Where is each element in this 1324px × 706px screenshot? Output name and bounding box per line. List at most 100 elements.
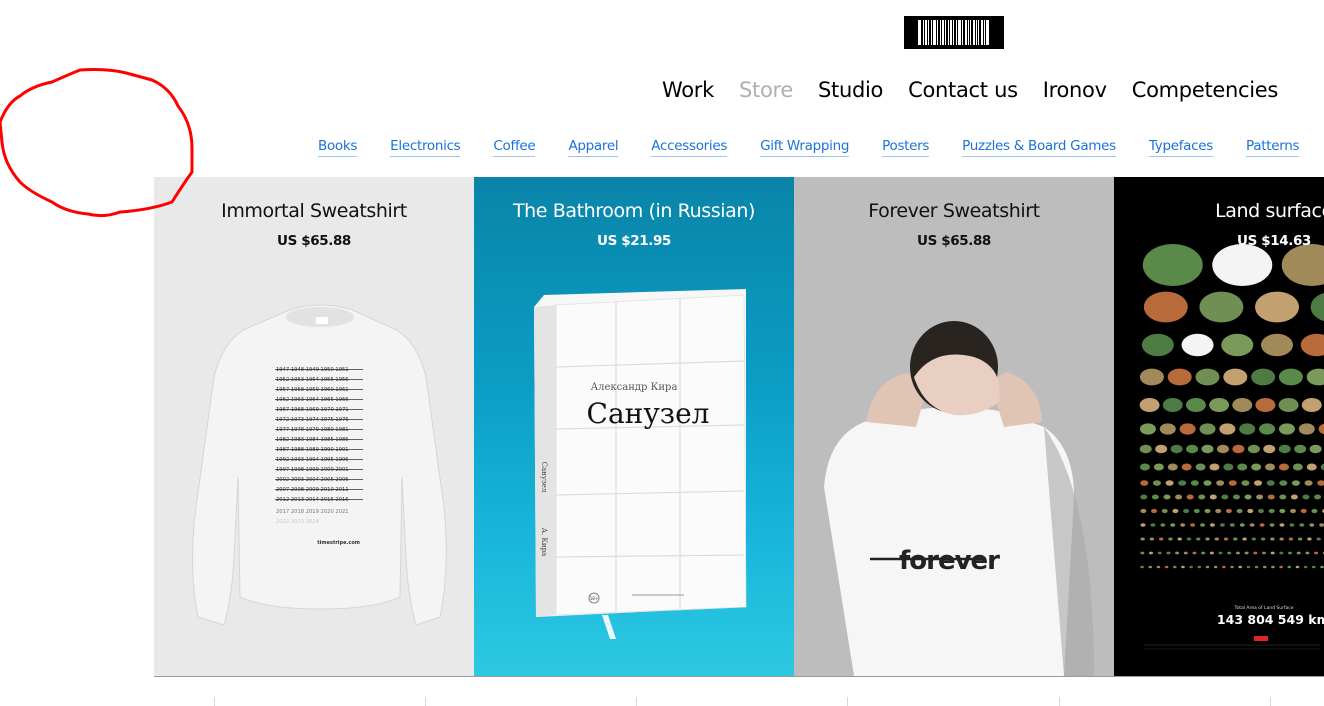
land-shape — [1254, 565, 1259, 569]
land-shape — [1279, 508, 1286, 514]
category-puzzles-board-games[interactable]: Puzzles & Board Games — [962, 136, 1116, 157]
land-shape — [1232, 398, 1253, 412]
barcode-bar — [944, 20, 946, 45]
land-shape — [1177, 537, 1182, 541]
nav-competencies[interactable]: Competencies — [1132, 76, 1279, 104]
barcode-bar — [939, 20, 941, 45]
land-shape — [1247, 444, 1260, 454]
barcode-bar — [980, 20, 983, 45]
land-shape — [1257, 508, 1264, 514]
land-shape — [1306, 368, 1324, 386]
svg-text:timestripe.com: timestripe.com — [317, 540, 360, 546]
land-surface-poster-image: Total Area of Land Surface 143 804 549 k… — [1139, 244, 1324, 650]
land-shape — [1158, 537, 1164, 541]
category-books[interactable]: Books — [318, 136, 357, 157]
product-title[interactable]: Land surface — [1114, 199, 1324, 223]
land-shape — [1223, 537, 1229, 541]
land-shape — [1232, 444, 1245, 454]
land-shape — [1263, 444, 1276, 454]
category-patterns[interactable]: Patterns — [1246, 136, 1300, 157]
land-shape — [1255, 291, 1299, 323]
land-shape — [1157, 551, 1162, 555]
land-shape — [1256, 494, 1264, 500]
land-shape — [1270, 551, 1275, 555]
land-shape — [1278, 423, 1295, 435]
barcode-bar — [941, 20, 944, 45]
land-shape — [1175, 551, 1180, 555]
category-accessories[interactable]: Accessories — [651, 136, 727, 157]
land-shape — [1221, 333, 1254, 357]
land-shape — [1156, 565, 1161, 569]
barcode-bar — [967, 20, 969, 45]
nav-studio[interactable]: Studio — [818, 76, 883, 104]
land-shape — [1249, 523, 1255, 527]
nav-work[interactable]: Work — [662, 76, 714, 104]
barcode-bar — [952, 20, 954, 45]
product-card-the-bathroom[interactable]: Александр Кира Санузел Санузел А. Кира 1… — [474, 177, 794, 676]
land-shape — [1242, 537, 1247, 541]
land-shape — [1199, 423, 1216, 435]
barcode-bar — [932, 20, 936, 45]
barcode-bar — [977, 20, 979, 45]
land-shape — [1290, 494, 1298, 500]
land-shape — [1278, 368, 1303, 386]
product-card-land-surface[interactable]: Total Area of Land Surface 143 804 549 k… — [1114, 177, 1324, 676]
product-title[interactable]: Immortal Sweatshirt — [154, 199, 474, 223]
land-shape — [1260, 537, 1266, 541]
product-card-immortal-sweatshirt[interactable]: 1947 1948 1949 1950 1951 1952 1953 1954 1… — [154, 177, 474, 676]
category-coffee[interactable]: Coffee — [493, 136, 536, 157]
land-shape — [1278, 398, 1299, 412]
svg-text:2022 2023 2024: 2022 2023 2024 — [276, 519, 320, 525]
land-shape — [1309, 523, 1315, 527]
product-price: US $21.95 — [597, 233, 671, 249]
land-shape — [1227, 551, 1232, 555]
barcode-logo[interactable] — [904, 16, 1004, 49]
category-apparel[interactable]: Apparel — [568, 136, 619, 157]
barcode-bar — [957, 20, 961, 45]
land-shape — [1228, 480, 1237, 486]
land-shape — [1193, 508, 1200, 514]
land-shape — [1311, 565, 1316, 569]
land-shape — [1320, 463, 1324, 471]
category-electronics[interactable]: Electronics — [390, 136, 461, 157]
land-shape — [1279, 494, 1287, 500]
land-shape — [1262, 565, 1267, 569]
land-shape — [1288, 537, 1294, 541]
land-shape — [1197, 565, 1202, 569]
land-shape — [1222, 565, 1226, 569]
land-shape — [1203, 480, 1212, 486]
land-shape — [1278, 444, 1291, 454]
category-gift-wrapping[interactable]: Gift Wrapping — [760, 136, 849, 157]
product-title[interactable]: Forever Sweatshirt — [794, 199, 1114, 223]
land-shape — [1236, 508, 1243, 514]
product-title[interactable]: The Bathroom (in Russian) — [474, 199, 794, 223]
land-shape — [1140, 565, 1144, 569]
land-shape — [1149, 537, 1155, 541]
land-shape — [1247, 508, 1254, 514]
land-shape — [1294, 444, 1307, 454]
land-shape — [1181, 463, 1192, 471]
nav-ironov[interactable]: Ironov — [1043, 76, 1107, 104]
land-shape — [1271, 565, 1275, 569]
main-nav: Work Store Studio Contact us Ironov Comp… — [662, 76, 1303, 104]
land-shape — [1253, 551, 1258, 555]
land-shape — [1223, 463, 1234, 471]
nav-store[interactable]: Store — [739, 76, 793, 104]
land-shape — [1209, 551, 1214, 555]
category-typefaces[interactable]: Typefaces — [1148, 136, 1213, 157]
barcode-bar — [930, 20, 932, 45]
land-shape — [1151, 494, 1159, 500]
land-shape — [1150, 523, 1156, 527]
product-card-forever-sweatshirt[interactable]: forever Forever Sweatshirt US $65.88 — [794, 177, 1114, 676]
land-shape — [1142, 244, 1203, 286]
barcode-bar — [949, 20, 952, 45]
land-shape — [1309, 444, 1322, 454]
land-shape — [1199, 291, 1244, 323]
land-shape — [1279, 480, 1288, 486]
divider — [1059, 697, 1060, 706]
land-shape — [1183, 508, 1190, 514]
barcode-bar — [922, 20, 924, 45]
nav-contact-us[interactable]: Contact us — [908, 76, 1018, 104]
year-row: 2012 2013 2014 2015 2016 — [276, 497, 349, 503]
category-posters[interactable]: Posters — [882, 136, 929, 157]
